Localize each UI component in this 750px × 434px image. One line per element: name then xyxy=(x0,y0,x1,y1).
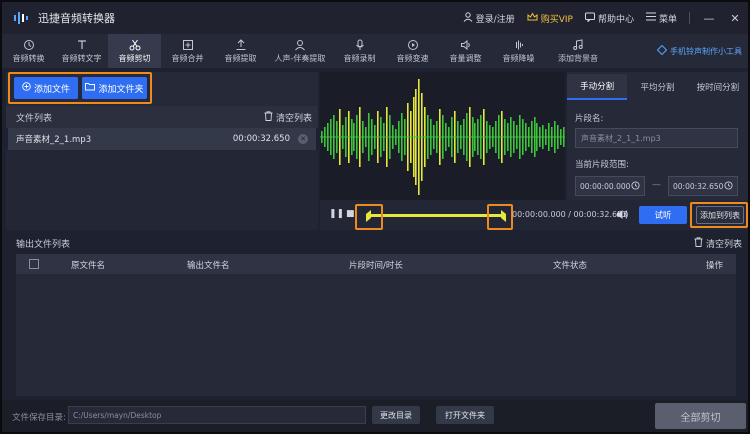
trash-icon xyxy=(694,236,703,250)
reset-icon[interactable] xyxy=(724,180,733,192)
remove-file-icon[interactable]: ✕ xyxy=(298,134,308,144)
col-output-name: 输出文件名 xyxy=(187,261,230,271)
tool-denoise[interactable]: 音频降噪 xyxy=(492,34,545,68)
output-table-body xyxy=(16,274,736,396)
chat-icon xyxy=(584,12,595,25)
pause-icon[interactable]: ❚❚ xyxy=(329,209,344,219)
tool-add-bg-music[interactable]: 添加背景音 xyxy=(545,34,611,68)
end-time-field[interactable]: 00:00:32.650 xyxy=(668,176,738,196)
col-actions: 操作 xyxy=(706,261,724,271)
tool-audio-record[interactable]: 音频录制 xyxy=(333,34,386,68)
waveform-view[interactable] xyxy=(320,72,565,200)
reset-icon[interactable] xyxy=(631,180,640,192)
title-bar: 迅捷音频转换器 登录/注册 购买VIP 帮助中心 菜单 — ✕ xyxy=(2,2,748,34)
end-handle-icon[interactable] xyxy=(499,209,509,223)
tool-vocal-extract[interactable]: 人声-伴奏提取 xyxy=(267,34,333,68)
help-center-button[interactable]: 帮助中心 xyxy=(584,12,634,25)
trash-icon xyxy=(264,110,273,124)
add-folder-button[interactable]: 添加文件夹 xyxy=(82,77,147,99)
segment-name-input[interactable]: 声音素材_2_1_1.mp3 xyxy=(575,128,738,148)
col-source-name: 原文件名 xyxy=(71,261,106,271)
output-table-header: 原文件名 输出文件名 片段时间/时长 文件状态 操作 xyxy=(16,254,736,274)
plus-circle-icon xyxy=(22,82,31,94)
crown-icon xyxy=(527,11,538,25)
tool-audio-merge[interactable]: 音频合并 xyxy=(161,34,214,68)
tab-average-split[interactable]: 平均分割 xyxy=(627,74,687,100)
output-list-header: 输出文件列表 清空列表 xyxy=(6,234,748,252)
merge-icon xyxy=(182,39,193,50)
tool-audio-cut[interactable]: 音频剪切 xyxy=(108,34,161,68)
text-icon xyxy=(77,39,86,49)
stop-icon[interactable]: ■ xyxy=(346,209,355,219)
refresh-icon xyxy=(23,39,34,50)
output-list-title: 输出文件列表 xyxy=(16,239,71,250)
tab-manual-split[interactable]: 手动分割 xyxy=(567,74,628,100)
minimize-button[interactable]: — xyxy=(702,12,716,25)
tool-volume-adjust[interactable]: 音量调整 xyxy=(439,34,492,68)
app-title: 迅捷音频转换器 xyxy=(38,12,115,25)
waveform-graphic xyxy=(320,79,565,195)
playback-time: 00:00:00.000 / 00:00:32.653 xyxy=(512,210,628,219)
col-file-status: 文件状态 xyxy=(553,261,588,271)
wave-baseline xyxy=(320,136,565,138)
buy-vip-button[interactable]: 购买VIP xyxy=(527,11,573,25)
cut-all-button[interactable]: 全部剪切 xyxy=(655,403,746,429)
main-toolbar: 音频转换 音频转文字 音频剪切 音频合并 音频提取 人声-伴奏提取 音频录制 音… xyxy=(2,34,748,68)
app-window: 迅捷音频转换器 登录/注册 购买VIP 帮助中心 菜单 — ✕ 音频转换 音频转… xyxy=(0,0,750,434)
file-list-body xyxy=(6,150,318,230)
user-icon xyxy=(463,11,473,25)
segment-name-label: 片段名: xyxy=(575,114,604,124)
denoise-icon xyxy=(515,40,523,49)
start-handle-icon[interactable] xyxy=(364,209,374,223)
menu-button[interactable]: 菜单 xyxy=(645,12,677,25)
try-listen-button[interactable]: 试听 xyxy=(639,206,687,224)
extract-icon xyxy=(236,38,245,50)
tool-audio-convert[interactable]: 音频转换 xyxy=(2,34,55,68)
speed-icon xyxy=(407,39,418,50)
add-to-list-button[interactable]: 添加到列表 xyxy=(696,206,744,224)
ringtone-tool-link[interactable]: 手机铃声制作小工具 xyxy=(656,44,742,57)
select-all-checkbox[interactable] xyxy=(29,259,39,269)
divider xyxy=(689,12,690,24)
menu-icon xyxy=(645,12,656,24)
scissors-icon xyxy=(129,39,140,50)
tool-audio-to-text[interactable]: 音频转文字 xyxy=(55,34,108,68)
save-dir-label: 文件保存目录: xyxy=(12,413,66,423)
split-mode-tabs: 手动分割 平均分割 按时间分割 xyxy=(567,74,748,100)
range-separator: — xyxy=(652,180,661,190)
bgmusic-icon xyxy=(573,38,583,50)
add-file-button[interactable]: 添加文件 xyxy=(14,77,78,99)
col-segment-time: 片段时间/时长 xyxy=(349,261,403,271)
change-dir-button[interactable]: 更改目录 xyxy=(372,406,420,424)
tab-time-split[interactable]: 按时间分割 xyxy=(688,74,748,100)
tool-audio-speed[interactable]: 音频变速 xyxy=(386,34,439,68)
mic-icon xyxy=(355,39,364,50)
tool-audio-extract[interactable]: 音频提取 xyxy=(214,34,267,68)
range-label: 当前片段范围: xyxy=(575,160,629,170)
clear-file-list-button[interactable]: 清空列表 xyxy=(264,110,312,124)
volume-icon xyxy=(460,39,470,50)
clear-output-list-button[interactable]: 清空列表 xyxy=(694,236,742,250)
app-logo-icon xyxy=(12,8,32,28)
volume-icon[interactable] xyxy=(616,209,629,220)
file-list-header: 文件列表 清空列表 xyxy=(6,106,318,128)
file-name: 声音素材_2_1.mp3 xyxy=(16,135,92,145)
close-button[interactable]: ✕ xyxy=(728,12,742,25)
save-path-input[interactable]: C:/Users/mayn/Desktop xyxy=(68,406,366,424)
login-button[interactable]: 登录/注册 xyxy=(463,11,515,25)
file-list-title: 文件列表 xyxy=(16,113,53,124)
file-list-item[interactable]: 声音素材_2_1.mp3 00:00:32.650 ✕ xyxy=(8,128,316,150)
file-duration: 00:00:32.650 xyxy=(232,134,290,144)
start-time-field[interactable]: 00:00:00.000 xyxy=(575,176,645,196)
folder-icon xyxy=(85,82,96,94)
vocal-icon xyxy=(295,39,305,50)
diamond-icon xyxy=(656,44,668,57)
open-folder-button[interactable]: 打开文件夹 xyxy=(436,406,494,424)
